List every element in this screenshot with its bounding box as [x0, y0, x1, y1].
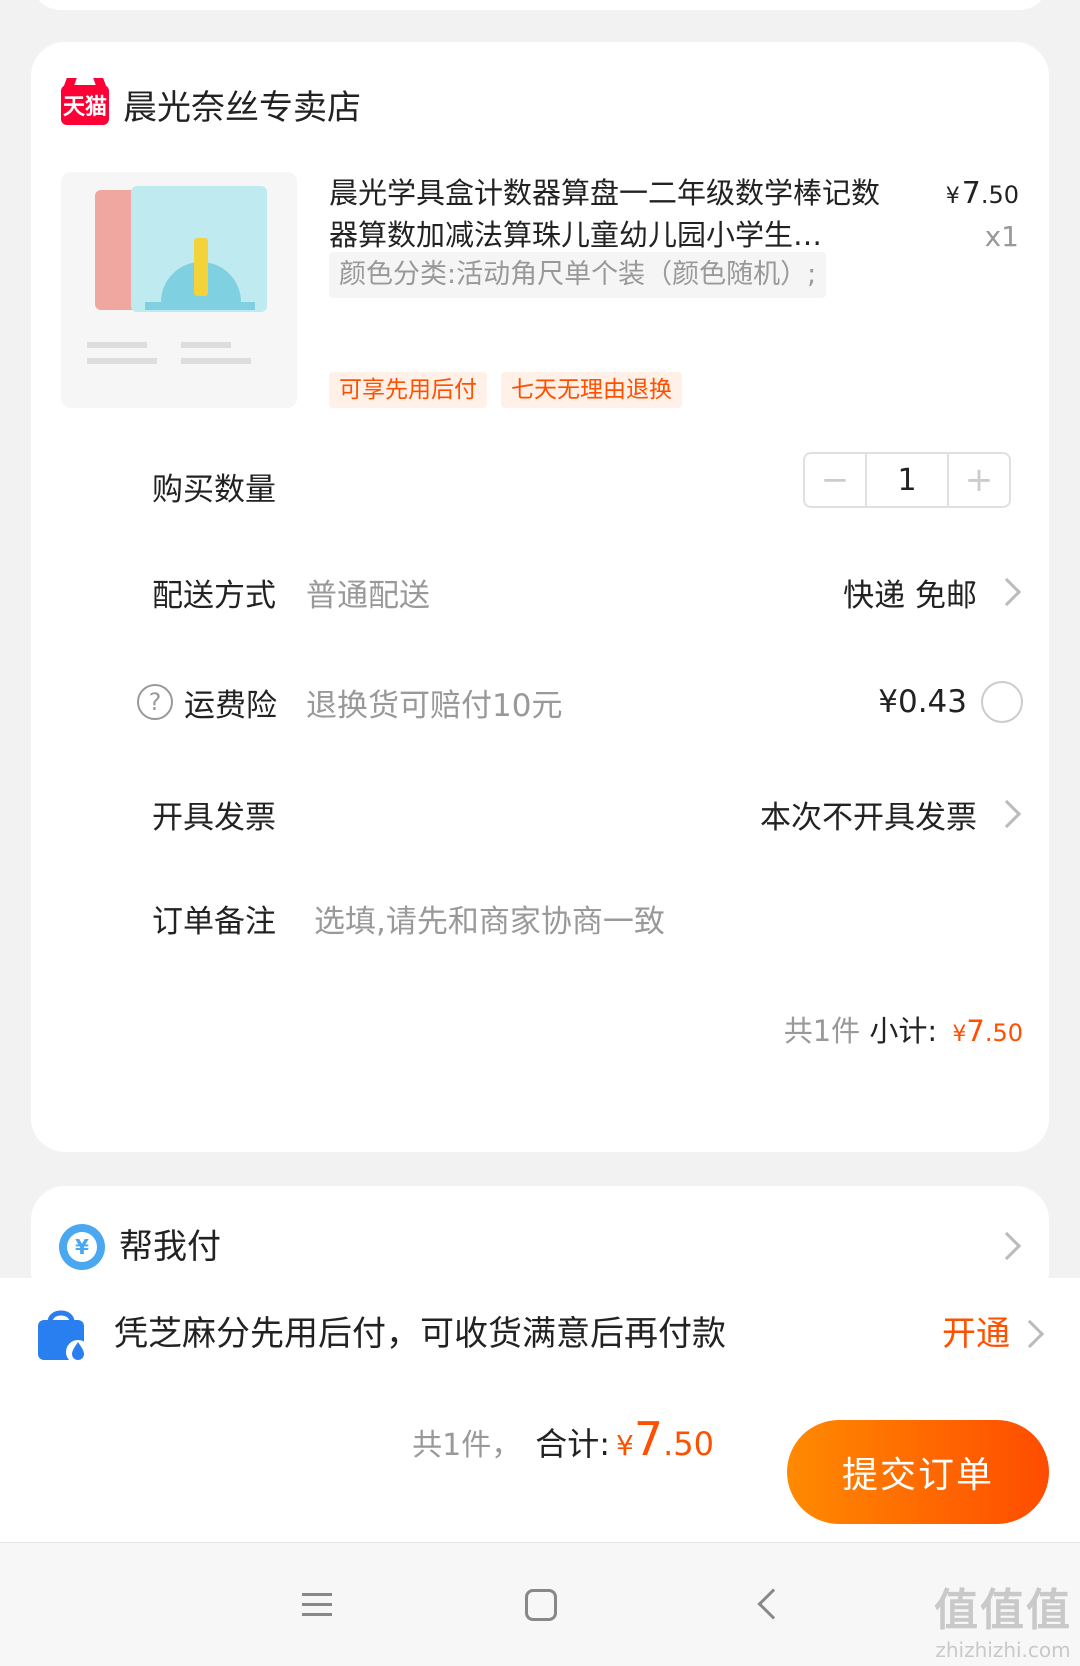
- chevron-right-icon: [992, 1231, 1022, 1261]
- chevron-right-icon: [992, 577, 1022, 607]
- total-dec: .50: [663, 1425, 714, 1463]
- subtotal-symbol: ¥: [952, 1022, 967, 1047]
- delivery-value: 快递 免邮: [843, 577, 977, 614]
- back-icon[interactable]: [757, 1588, 789, 1620]
- help-circle-icon[interactable]: ?: [137, 684, 173, 720]
- note-row: 订单备注 选填,请先和商家协商一致: [31, 888, 1049, 948]
- quantity-input[interactable]: 1: [865, 454, 949, 506]
- subtotal-price: ¥7.50: [952, 1014, 1023, 1048]
- store-header[interactable]: 天猫 晨光奈丝专卖店: [61, 80, 361, 129]
- price-dec: .50: [980, 181, 1019, 209]
- product-title[interactable]: 晨光学具盒计数器算盘一二年级数学棒记数器算数加减法算珠儿童幼儿园小学生…: [329, 172, 889, 256]
- chevron-right-icon: [992, 799, 1022, 829]
- product-image[interactable]: [61, 172, 297, 408]
- tag-pay-later: 可享先用后付: [329, 372, 487, 408]
- product-quantity: x1: [984, 220, 1019, 253]
- insurance-radio-icon[interactable]: [981, 681, 1023, 723]
- subtotal: 共1件 小计: ¥7.50: [784, 1008, 1023, 1050]
- tag-seven-day-return: 七天无理由退换: [501, 372, 682, 408]
- order-card: 天猫 晨光奈丝专卖店 晨光学具盒计数器算盘一二年级数学棒记数器算数加减法算珠儿童…: [31, 42, 1049, 1152]
- delivery-method: 普通配送: [306, 577, 430, 614]
- watermark-url: zhizhizhi.com: [935, 1638, 1071, 1662]
- price-int: 7: [961, 176, 981, 211]
- home-icon[interactable]: [525, 1589, 557, 1621]
- sku-selection[interactable]: 颜色分类:活动角尺单个装（颜色随机）;: [329, 252, 827, 298]
- price-symbol: ¥: [945, 184, 960, 209]
- help-pay-label: 帮我付: [119, 1227, 221, 1267]
- note-input[interactable]: 选填,请先和商家协商一致: [314, 896, 665, 941]
- delivery-label: 配送方式: [152, 577, 276, 614]
- submit-order-button[interactable]: 提交订单: [787, 1420, 1049, 1524]
- note-label: 订单备注: [152, 903, 276, 940]
- subtotal-label: 小计:: [869, 1014, 938, 1048]
- product-image-graphic: [61, 172, 297, 408]
- total-int: 7: [633, 1412, 664, 1466]
- store-name[interactable]: 晨光奈丝专卖店: [123, 80, 361, 129]
- system-nav-bar: 值值值 zhizhizhi.com: [0, 1542, 1080, 1666]
- insurance-label: 运费险: [184, 687, 277, 724]
- total-count: 共1件，: [412, 1428, 522, 1463]
- zhima-text: 凭芝麻分先用后付，可收货满意后再付款: [114, 1314, 726, 1354]
- insurance-desc: 退换货可赔付10元: [306, 687, 563, 724]
- watermark-logo: 值值值: [934, 1585, 1072, 1636]
- checkout-panel: 凭芝麻分先用后付，可收货满意后再付款 开通 共1件， 合计: ¥7.50 提交订…: [0, 1278, 1080, 1542]
- zhima-bag-icon: [38, 1310, 90, 1364]
- invoice-row[interactable]: 开具发票 本次不开具发票: [31, 784, 1049, 844]
- subtotal-int: 7: [966, 1014, 985, 1048]
- tmall-badge-text: 天猫: [62, 94, 107, 120]
- subtotal-dec: .50: [984, 1019, 1023, 1047]
- quantity-row: 购买数量 − 1 +: [31, 452, 1049, 516]
- watermark: 值值值 zhizhizhi.com: [934, 1574, 1072, 1662]
- total-label: 合计:: [535, 1425, 610, 1463]
- total-line: 共1件， 合计: ¥7.50: [412, 1412, 714, 1482]
- menu-icon[interactable]: [302, 1593, 332, 1617]
- service-tags: 可享先用后付 七天无理由退换: [329, 372, 682, 408]
- decrease-button[interactable]: −: [805, 454, 865, 506]
- product-price: ¥7.50: [946, 176, 1019, 211]
- help-pay-icon-text: ¥: [67, 1232, 97, 1262]
- help-pay-icon: ¥: [59, 1224, 105, 1270]
- insurance-price: ¥0.43: [878, 684, 967, 720]
- tmall-logo-icon: 天猫: [61, 84, 109, 125]
- invoice-value: 本次不开具发票: [760, 799, 977, 836]
- chevron-right-icon[interactable]: [1015, 1319, 1045, 1349]
- previous-card-edge: [31, 0, 1049, 10]
- quantity-stepper: − 1 +: [803, 452, 1011, 508]
- invoice-label: 开具发票: [152, 799, 276, 836]
- insurance-row: ? 运费险 退换货可赔付10元 ¥0.43: [31, 672, 1049, 732]
- increase-button[interactable]: +: [949, 454, 1009, 506]
- zhima-open-link[interactable]: 开通: [942, 1308, 1010, 1360]
- quantity-label: 购买数量: [152, 471, 276, 508]
- total-symbol: ¥: [616, 1429, 634, 1462]
- total-price: ¥7.50: [616, 1412, 714, 1466]
- subtotal-count: 共1件: [783, 1014, 861, 1048]
- delivery-row[interactable]: 配送方式 普通配送 快递 免邮: [31, 562, 1049, 622]
